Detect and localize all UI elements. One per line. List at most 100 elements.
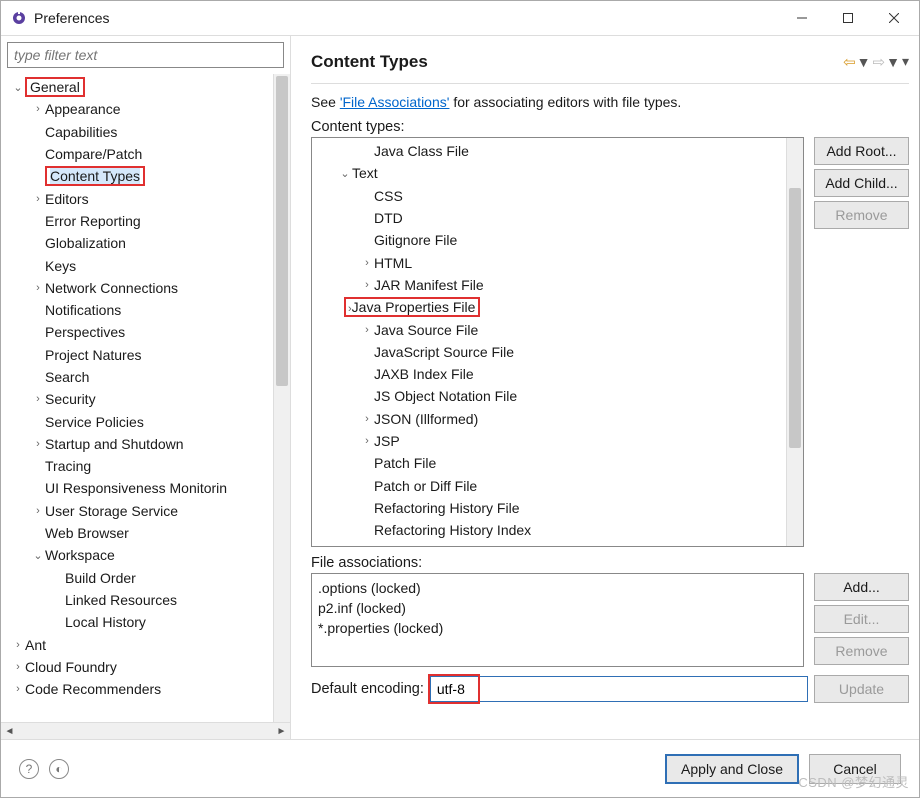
add-assoc-button[interactable]: Add... <box>814 573 909 601</box>
content-type-item[interactable]: Gitignore File <box>312 229 786 251</box>
sidebar-item[interactable]: ›User Storage Service <box>7 500 273 522</box>
cancel-button[interactable]: Cancel <box>809 754 901 784</box>
content-type-item[interactable]: Refactoring History Index <box>312 519 786 541</box>
content-type-item[interactable]: ›Java Source File <box>312 318 786 340</box>
sidebar-item[interactable]: Content Types <box>7 165 273 187</box>
twisty-icon[interactable]: › <box>31 193 45 205</box>
menu-icon[interactable]: ▾ <box>902 53 909 70</box>
update-button[interactable]: Update <box>814 675 909 703</box>
sidebar-item[interactable]: ›Code Recommenders <box>7 678 273 700</box>
sidebar-item[interactable]: Perspectives <box>7 321 273 343</box>
sidebar-item[interactable]: ⌄General <box>7 76 273 98</box>
import-export-icon[interactable]: ◐ <box>49 759 69 779</box>
tree-label: CSS <box>374 188 403 204</box>
file-assoc-item[interactable]: .options (locked) <box>318 578 797 598</box>
ct-scrollbar[interactable] <box>786 138 803 546</box>
twisty-icon[interactable]: › <box>31 438 45 450</box>
sidebar-item[interactable]: UI Responsiveness Monitorin <box>7 477 273 499</box>
footer: ? ◐ Apply and Close Cancel <box>1 739 919 797</box>
add-child-button[interactable]: Add Child... <box>814 169 909 197</box>
content-type-item[interactable]: ›JAR Manifest File <box>312 274 786 296</box>
twisty-icon[interactable]: › <box>360 279 374 291</box>
content-type-item[interactable]: JS Object Notation File <box>312 385 786 407</box>
twisty-icon[interactable]: › <box>31 103 45 115</box>
remove-ct-button[interactable]: Remove <box>814 201 909 229</box>
twisty-icon[interactable]: › <box>360 435 374 447</box>
sidebar-item[interactable]: ›Appearance <box>7 98 273 120</box>
sidebar-item[interactable]: Notifications <box>7 299 273 321</box>
sidebar-scrollbar[interactable] <box>273 74 290 722</box>
sidebar-item[interactable]: Service Policies <box>7 410 273 432</box>
sidebar-item[interactable]: Build Order <box>7 567 273 589</box>
twisty-icon[interactable]: ⌄ <box>11 81 25 94</box>
twisty-icon[interactable]: › <box>11 639 25 651</box>
sidebar-item[interactable]: ›Startup and Shutdown <box>7 433 273 455</box>
filter-input[interactable] <box>7 42 284 68</box>
sidebar-item[interactable]: Web Browser <box>7 522 273 544</box>
twisty-icon[interactable]: ⌄ <box>31 549 45 562</box>
content-type-item[interactable]: ›Java Properties File <box>312 296 786 318</box>
scroll-left-icon[interactable]: ◄ <box>3 725 16 738</box>
content-type-item[interactable]: Java Class File <box>312 140 786 162</box>
scroll-right-icon[interactable]: ► <box>275 725 288 738</box>
sidebar-item[interactable]: Globalization <box>7 232 273 254</box>
encoding-input[interactable] <box>430 676 808 702</box>
content-type-item[interactable]: CSS <box>312 185 786 207</box>
file-assoc-item[interactable]: *.properties (locked) <box>318 618 797 638</box>
twisty-icon[interactable]: › <box>360 324 374 336</box>
content-type-item[interactable]: ›JSON (Illformed) <box>312 408 786 430</box>
close-button[interactable] <box>871 2 917 34</box>
sidebar-item[interactable]: ›Network Connections <box>7 277 273 299</box>
back-icon[interactable]: ⇦▼ <box>843 53 870 71</box>
twisty-icon[interactable]: › <box>31 505 45 517</box>
file-assoc-item[interactable]: p2.inf (locked) <box>318 598 797 618</box>
twisty-icon[interactable]: › <box>360 257 374 269</box>
content-type-item[interactable]: ›HTML <box>312 251 786 273</box>
tree-label: Refactoring History File <box>374 500 520 516</box>
sidebar-item[interactable]: ⌄Workspace <box>7 544 273 566</box>
twisty-icon[interactable]: › <box>360 413 374 425</box>
minimize-button[interactable] <box>779 2 825 34</box>
sidebar-item[interactable]: Search <box>7 366 273 388</box>
sidebar-item[interactable]: Compare/Patch <box>7 143 273 165</box>
sidebar-item[interactable]: Capabilities <box>7 121 273 143</box>
content-type-item[interactable]: JavaScript Source File <box>312 341 786 363</box>
twisty-icon[interactable]: › <box>11 661 25 673</box>
twisty-icon[interactable]: › <box>11 683 25 695</box>
file-associations-link[interactable]: 'File Associations' <box>340 94 450 110</box>
twisty-icon[interactable]: ⌄ <box>338 167 352 180</box>
help-icon[interactable]: ? <box>19 759 39 779</box>
sidebar-item[interactable]: ›Editors <box>7 187 273 209</box>
content-type-item[interactable]: Patch or Diff File <box>312 474 786 496</box>
content-types-tree[interactable]: Java Class File⌄Text CSS DTDGitignore File… <box>311 137 804 547</box>
sidebar-h-scrollbar[interactable]: ◄ ► <box>1 722 290 739</box>
tree-label: Error Reporting <box>45 213 141 229</box>
sidebar-item[interactable]: ›Security <box>7 388 273 410</box>
edit-assoc-button[interactable]: Edit... <box>814 605 909 633</box>
remove-assoc-button[interactable]: Remove <box>814 637 909 665</box>
sidebar-item[interactable]: ›Ant <box>7 633 273 655</box>
sidebar-item[interactable]: ›Cloud Foundry <box>7 656 273 678</box>
twisty-icon[interactable]: › <box>31 393 45 405</box>
tree-label: Web Browser <box>45 525 129 541</box>
sidebar-item[interactable]: Keys <box>7 254 273 276</box>
content-type-item[interactable]: ›JSP <box>312 430 786 452</box>
add-root-button[interactable]: Add Root... <box>814 137 909 165</box>
sidebar-item[interactable]: Linked Resources <box>7 589 273 611</box>
content-type-item[interactable]: DTD <box>312 207 786 229</box>
content-type-item[interactable]: Refactoring History File <box>312 497 786 519</box>
maximize-button[interactable] <box>825 2 871 34</box>
content-type-item[interactable]: Patch File <box>312 452 786 474</box>
forward-icon[interactable]: ⇨▼ <box>873 53 900 71</box>
sidebar-item[interactable]: Error Reporting <box>7 210 273 232</box>
file-assoc-list[interactable]: .options (locked)p2.inf (locked)*.proper… <box>311 573 804 667</box>
content-type-item[interactable]: JAXB Index File <box>312 363 786 385</box>
apply-close-button[interactable]: Apply and Close <box>665 754 799 784</box>
sidebar-tree[interactable]: ⌄General›AppearanceCapabilitiesCompare/P… <box>1 74 273 722</box>
content-type-item[interactable]: ⌄Text <box>312 162 786 184</box>
sidebar-item[interactable]: Local History <box>7 611 273 633</box>
twisty-icon[interactable]: › <box>31 282 45 294</box>
sidebar-item[interactable]: Project Natures <box>7 344 273 366</box>
sidebar-item[interactable]: Tracing <box>7 455 273 477</box>
content-panel: Content Types ⇦▼ ⇨▼ ▾ See 'File Associat… <box>291 36 919 739</box>
